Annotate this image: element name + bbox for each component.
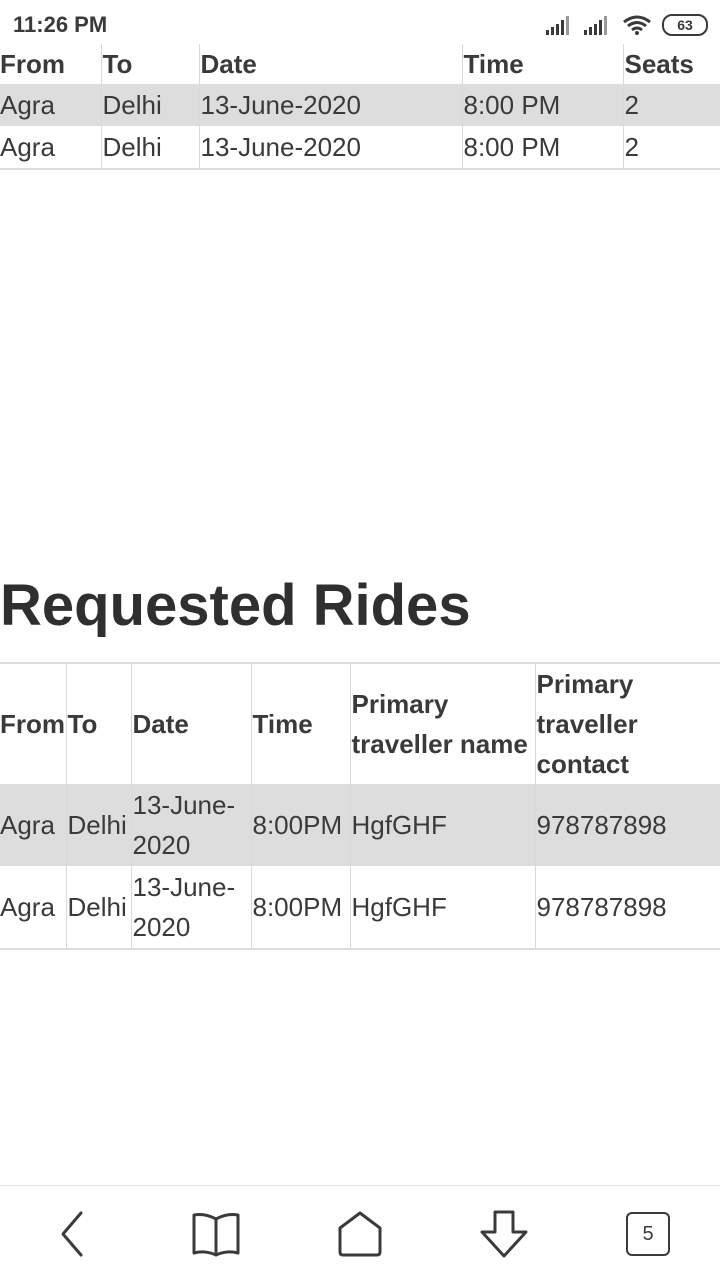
column-header-seats: Seats bbox=[622, 44, 720, 84]
cell-to: Delhi bbox=[100, 126, 199, 170]
cell-time: 8:00PM bbox=[250, 784, 350, 866]
offered-rides-table: From To Date Time Seats Agra Delhi 13-Ju… bbox=[0, 44, 720, 170]
back-icon bbox=[61, 1211, 83, 1257]
home-icon bbox=[338, 1211, 382, 1257]
column-header-date: Date bbox=[130, 663, 251, 784]
home-button[interactable] bbox=[330, 1206, 390, 1262]
requested-rides-title: Requested Rides bbox=[0, 573, 471, 638]
column-header-traveller-name: Primary traveller name bbox=[349, 663, 535, 784]
status-icons: 63 bbox=[546, 14, 708, 36]
table-row: Agra Delhi 13-June-2020 8:00PM HgfGHF 97… bbox=[0, 784, 720, 866]
cell-from: Agra bbox=[0, 866, 66, 950]
signal-icon bbox=[546, 16, 569, 35]
column-header-to: To bbox=[100, 44, 199, 84]
cell-from: Agra bbox=[0, 784, 66, 866]
bookmarks-button[interactable] bbox=[186, 1206, 246, 1262]
cell-time: 8:00 PM bbox=[461, 126, 623, 170]
table-header-row: From To Date Time Seats bbox=[0, 44, 720, 84]
table-header-row: From To Date Time Primary traveller name… bbox=[0, 663, 720, 784]
cell-to: Delhi bbox=[65, 866, 131, 950]
status-time: 11:26 PM bbox=[13, 12, 108, 37]
cell-traveller-contact: 978787898 bbox=[534, 866, 720, 950]
cell-time: 8:00PM bbox=[250, 866, 350, 950]
column-header-traveller-contact: Primary traveller contact bbox=[534, 663, 720, 784]
cell-to: Delhi bbox=[100, 84, 199, 126]
signal-icon bbox=[584, 16, 607, 35]
bookmarks-icon bbox=[192, 1213, 240, 1257]
column-header-date: Date bbox=[198, 44, 462, 84]
cell-seats: 2 bbox=[622, 84, 720, 126]
cell-from: Agra bbox=[0, 126, 101, 170]
back-button[interactable] bbox=[42, 1206, 102, 1262]
table-row: Agra Delhi 13-June-2020 8:00PM HgfGHF 97… bbox=[0, 866, 720, 950]
column-header-from: From bbox=[0, 709, 65, 739]
cell-traveller-name: HgfGHF bbox=[349, 784, 535, 866]
table-row: Agra Delhi 13-June-2020 8:00 PM 2 bbox=[0, 84, 720, 126]
column-header-time: Time bbox=[250, 663, 350, 784]
wifi-icon bbox=[623, 15, 651, 35]
cell-date: 13-June-2020 bbox=[198, 84, 462, 126]
cell-traveller-name: HgfGHF bbox=[349, 866, 535, 950]
cell-time: 8:00 PM bbox=[461, 84, 623, 126]
cell-date: 13-June-2020 bbox=[130, 784, 251, 866]
cell-seats: 2 bbox=[622, 126, 720, 170]
cell-date: 13-June-2020 bbox=[198, 126, 462, 170]
tabs-button[interactable]: 5 bbox=[618, 1206, 678, 1262]
battery-icon: 63 bbox=[662, 14, 708, 36]
requested-rides-table: From To Date Time Primary traveller name… bbox=[0, 662, 720, 950]
column-header-time: Time bbox=[461, 44, 623, 84]
status-bar: 11:26 PM 63 bbox=[0, 0, 720, 50]
download-button[interactable] bbox=[474, 1206, 534, 1262]
cell-from: Agra bbox=[0, 84, 101, 126]
table-row: Agra Delhi 13-June-2020 8:00 PM 2 bbox=[0, 126, 720, 170]
cell-traveller-contact: 978787898 bbox=[534, 784, 720, 866]
column-header-from: From bbox=[0, 48, 65, 79]
cell-to: Delhi bbox=[65, 784, 131, 866]
download-icon bbox=[480, 1210, 528, 1258]
cell-date: 13-June-2020 bbox=[130, 866, 251, 950]
tabs-icon: 5 bbox=[626, 1212, 670, 1256]
bottom-nav-bar: 5 bbox=[0, 1185, 720, 1281]
column-header-to: To bbox=[65, 663, 131, 784]
